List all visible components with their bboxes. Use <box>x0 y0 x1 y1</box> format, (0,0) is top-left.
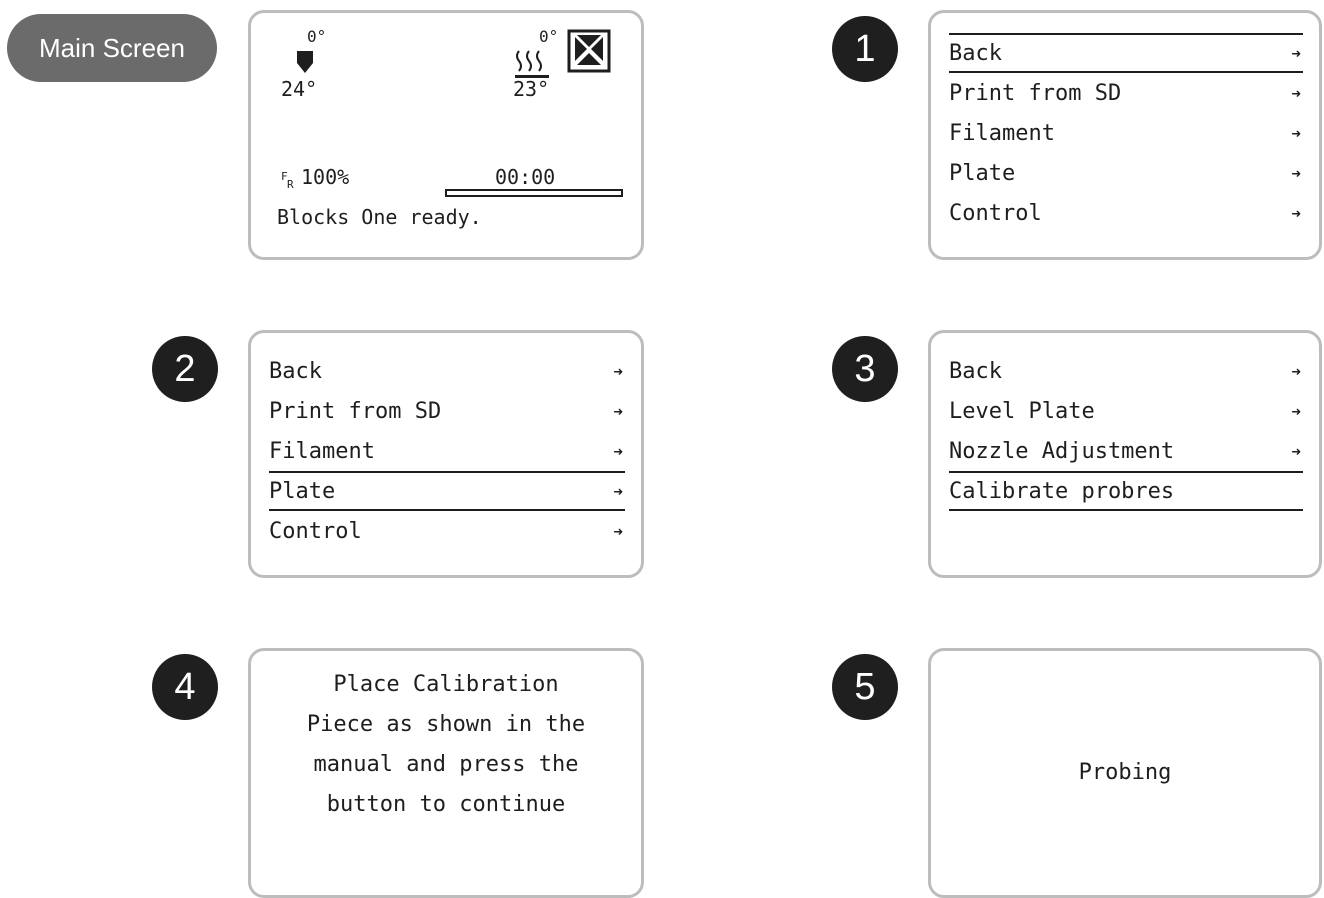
arrow-icon: ➜ <box>613 361 623 381</box>
print-time: 00:00 <box>495 165 556 189</box>
arrow-icon: ➜ <box>1291 441 1301 461</box>
arrow-icon: ➜ <box>613 441 623 461</box>
menu-item-back[interactable]: Back ➜ <box>949 33 1303 73</box>
probing-message: Probing <box>1078 760 1172 785</box>
arrow-icon: ➜ <box>1291 163 1301 183</box>
menu-item-level-plate[interactable]: Level Plate ➜ <box>949 391 1303 431</box>
nozzle-current-temp: 24° <box>281 77 318 101</box>
message-line: button to continue <box>326 792 566 817</box>
menu-item-filament[interactable]: Filament ➜ <box>269 431 625 471</box>
heat-waves-icon <box>515 50 549 78</box>
message-line: Place Calibration <box>333 672 559 697</box>
arrow-icon: ➜ <box>613 521 623 541</box>
bed-current-temp: 23° <box>513 77 550 101</box>
step-2-badge: 2 <box>152 336 218 402</box>
arrow-icon: ➜ <box>613 401 623 421</box>
nozzle-target-temp: 0° <box>307 27 327 46</box>
feedrate-value: 100% <box>301 165 350 189</box>
arrow-icon: ➜ <box>1291 43 1301 63</box>
fan-icon <box>567 29 611 73</box>
step-4-badge: 4 <box>152 654 218 720</box>
step-1-lcd: Back ➜ Print from SD ➜ Filament ➜ Plate ➜ Co… <box>928 10 1322 260</box>
step-2-lcd: Back ➜ Print from SD ➜ Filament ➜ Plate ➜ Co… <box>248 330 644 578</box>
arrow-icon: ➜ <box>1291 361 1301 381</box>
arrow-icon: ➜ <box>1291 123 1301 143</box>
menu-item-back[interactable]: Back ➜ <box>949 351 1303 391</box>
step-4-lcd: Place Calibration Piece as shown in the … <box>248 648 644 898</box>
step-3-badge: 3 <box>832 336 898 402</box>
menu-item-calibrate-probres[interactable]: Calibrate probres <box>949 471 1303 511</box>
bed-target-temp: 0° <box>539 27 559 46</box>
menu-item-filament[interactable]: Filament ➜ <box>949 113 1303 153</box>
menu-item-plate[interactable]: Plate ➜ <box>269 471 625 511</box>
menu-item-print-from-sd[interactable]: Print from SD ➜ <box>949 73 1303 113</box>
step-1-badge: 1 <box>832 16 898 82</box>
main-screen-label: Main Screen <box>7 14 217 82</box>
svg-text:R: R <box>287 178 294 189</box>
message-line: Piece as shown in the <box>306 712 586 737</box>
arrow-icon: ➜ <box>1291 203 1301 223</box>
status-message: Blocks One ready. <box>277 205 482 229</box>
menu-item-plate[interactable]: Plate ➜ <box>949 153 1303 193</box>
arrow-icon: ➜ <box>1291 83 1301 103</box>
step-3-lcd: Back ➜ Level Plate ➜ Nozzle Adjustment ➜ Ca… <box>928 330 1322 578</box>
menu-item-print-from-sd[interactable]: Print from SD ➜ <box>269 391 625 431</box>
feedrate-icon: F R <box>281 170 294 189</box>
arrow-icon: ➜ <box>613 481 623 501</box>
nozzle-icon <box>297 51 313 73</box>
menu-item-control[interactable]: Control ➜ <box>269 511 625 551</box>
menu-item-control[interactable]: Control ➜ <box>949 193 1303 233</box>
menu-item-nozzle-adjustment[interactable]: Nozzle Adjustment ➜ <box>949 431 1303 471</box>
step-5-lcd: Probing <box>928 648 1322 898</box>
arrow-icon: ➜ <box>1291 401 1301 421</box>
progress-bar <box>445 189 623 197</box>
step-5-badge: 5 <box>832 654 898 720</box>
menu-item-back[interactable]: Back ➜ <box>269 351 625 391</box>
message-line: manual and press the <box>313 752 579 777</box>
main-screen-lcd: 0° 24° 0° 23° F R 100% 00:00 Blocks One … <box>248 10 644 260</box>
